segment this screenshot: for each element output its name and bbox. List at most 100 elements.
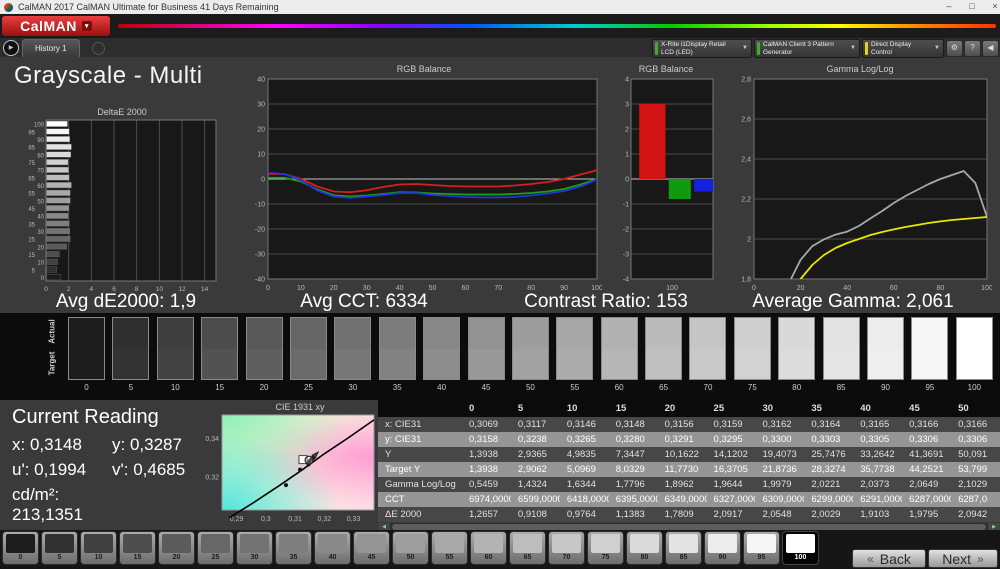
level-button-85[interactable]: 85 [665, 531, 702, 565]
table-cell: 0,3280 [608, 432, 658, 447]
level-swatch [591, 534, 620, 553]
target-swatch [113, 348, 149, 379]
level-button-30[interactable]: 30 [236, 531, 273, 565]
table-cell: 0,3306 [951, 432, 1000, 447]
title-bar: CalMAN 2017 CalMAN Ultimate for Business… [0, 0, 1000, 15]
row-label: Target Y [378, 462, 462, 477]
level-button-15[interactable]: 15 [119, 531, 156, 565]
level-button-10[interactable]: 10 [80, 531, 117, 565]
level-button-5[interactable]: 5 [41, 531, 78, 565]
actual-swatch [646, 318, 682, 349]
swatch-label: 100 [967, 383, 981, 392]
page-title: Grayscale - Multi [14, 62, 203, 89]
tab-bar: ▶ History 1 X-Rite i1Display Retail LCD … [0, 38, 1000, 58]
level-button-75[interactable]: 75 [587, 531, 624, 565]
gear-icon[interactable]: ⚙ [946, 40, 963, 57]
svg-text:2,6: 2,6 [741, 117, 751, 124]
chevron-down-icon: ▼ [934, 45, 940, 52]
table-cell: 0,3162 [755, 417, 805, 432]
help-icon[interactable]: ? [964, 40, 981, 57]
level-button-45[interactable]: 45 [353, 531, 390, 565]
cie-chart: CIE 1931 xy 0,32 0,34 0,29 0,3 0,31 0,32 0,33 [192, 402, 378, 528]
actual-swatch [468, 318, 504, 349]
spectrum-divider [118, 24, 996, 28]
collapse-icon[interactable]: ◀ [982, 40, 999, 57]
table-cell: 0,3117 [510, 417, 560, 432]
table-cell: 0,3166 [951, 417, 1000, 432]
level-swatch [162, 534, 191, 553]
next-button[interactable]: Next » [928, 549, 998, 568]
level-swatch [357, 534, 386, 553]
level-button-80[interactable]: 80 [626, 531, 663, 565]
level-swatch [279, 534, 308, 553]
level-label: 0 [18, 554, 23, 561]
close-button[interactable]: × [984, 0, 1000, 14]
actual-swatch [512, 318, 548, 349]
target-swatch [512, 348, 548, 379]
header-cell: 5 [510, 400, 560, 417]
table-cell: 0,3148 [608, 417, 658, 432]
table-cell: 0,3159 [706, 417, 756, 432]
header-cell: 45 [902, 400, 952, 417]
back-button[interactable]: « Back [852, 549, 926, 568]
level-button-60[interactable]: 60 [470, 531, 507, 565]
level-button-20[interactable]: 20 [158, 531, 195, 565]
table-cell: 0,9764 [559, 507, 609, 522]
svg-text:4: 4 [625, 77, 629, 84]
level-swatch [630, 534, 659, 553]
level-button-35[interactable]: 35 [275, 531, 312, 565]
cie-chart-canvas: 0,320,340,29 0,3 0,31 0,32 0,33 [205, 414, 375, 523]
minimize-button[interactable]: – [938, 0, 960, 14]
table-cell: 0,3300 [755, 432, 805, 447]
svg-text:40: 40 [257, 77, 265, 84]
gamma-chart-canvas: 1,822,22,42,62,80 20 40 60 80 100 [741, 77, 993, 293]
svg-text:0,31: 0,31 [288, 516, 302, 523]
level-swatch [474, 534, 503, 553]
table-cell: 2,0548 [755, 507, 805, 522]
svg-text:0,33: 0,33 [347, 516, 361, 523]
svg-text:0,34: 0,34 [205, 436, 219, 443]
tab-history-1[interactable]: History 1 [22, 39, 80, 57]
level-button-25[interactable]: 25 [197, 531, 234, 565]
level-button-50[interactable]: 50 [392, 531, 429, 565]
level-button-0[interactable]: 0 [2, 531, 39, 565]
gamma-chart-title: Gamma Log/Log [826, 64, 894, 74]
header-cell: 0 [462, 400, 511, 417]
level-buttons: 0 5 10 15 20 25 30 35 40 45 50 55 60 65 70 75 80 85 90 95 10… [2, 531, 819, 565]
level-button-65[interactable]: 65 [509, 531, 546, 565]
target-swatch [335, 348, 371, 379]
target-swatch [912, 348, 948, 379]
calman-logo-menu[interactable]: CalMAN ▾ [2, 16, 110, 36]
level-label: 65 [523, 554, 532, 561]
level-button-55[interactable]: 55 [431, 531, 468, 565]
level-button-90[interactable]: 90 [704, 531, 741, 565]
actual-swatch [424, 318, 460, 349]
level-button-100[interactable]: 100 [782, 531, 819, 565]
level-button-95[interactable]: 95 [743, 531, 780, 565]
table-cell: 1,9644 [706, 477, 756, 492]
level-button-40[interactable]: 40 [314, 531, 351, 565]
target-label: Target [47, 351, 57, 376]
grayscale-swatch-20: 20 [245, 317, 283, 392]
table-cell: 6287,0 [951, 492, 1000, 507]
meter-colorimeter[interactable]: X-Rite i1Display Retail LCD (LED) ▼ [652, 39, 752, 58]
meter-display-control[interactable]: Direct Display Control ▼ [862, 39, 944, 58]
meter-pattern-generator[interactable]: CalMAN Client 3 Pattern Generator ▼ [754, 39, 860, 58]
reading-x: x: 0,3148 [12, 435, 82, 454]
table-cell: 0,3291 [657, 432, 707, 447]
maximize-button[interactable]: □ [961, 0, 983, 14]
svg-text:0,32: 0,32 [317, 516, 331, 523]
svg-text:10: 10 [257, 152, 265, 159]
header-cell: 30 [755, 400, 805, 417]
session-play-button[interactable]: ▶ [3, 40, 19, 56]
table-cell: 19,4073 [755, 447, 805, 462]
rgb-balance-line-chart: RGB Balance -40 -30 -20 -10 0 10 20 30 40 0 10 20 30… [246, 64, 603, 298]
table-cell: 0,3164 [804, 417, 854, 432]
target-swatch [157, 348, 193, 379]
swatch-label: 25 [304, 383, 313, 392]
level-button-70[interactable]: 70 [548, 531, 585, 565]
table-cell: 2,9365 [510, 447, 560, 462]
add-tab-button[interactable] [92, 42, 105, 55]
grayscale-swatch-10: 10 [156, 317, 194, 392]
table-cell: 1,7796 [608, 477, 658, 492]
